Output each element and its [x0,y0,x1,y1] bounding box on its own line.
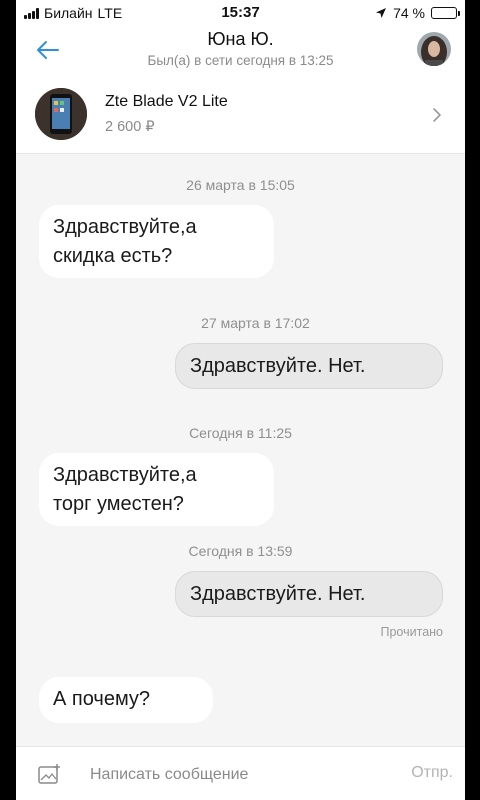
chevron-right-icon [433,108,441,122]
message-text-line: торг уместен? [53,493,184,515]
message-list[interactable]: 26 марта в 15:05 Здравствуйте,а скидка е… [16,155,465,746]
product-card[interactable]: Zte Blade V2 Lite 2 600 ₽ [16,76,465,154]
outgoing-message[interactable]: Здравствуйте. Нет. [175,343,443,389]
message-text-line: Здравствуйте. Нет. [190,355,366,377]
chat-screen: Билайн LTE 15:37 74 % Юна Ю. Был(а) в се… [16,0,465,800]
contact-name: Юна Ю. [207,29,274,49]
status-right: 74 % [375,5,460,21]
message-text-line: скидка есть? [53,245,173,267]
chat-header: Юна Ю. Был(а) в сети сегодня в 13:25 [16,26,465,76]
message-input[interactable] [90,763,390,787]
back-arrow-icon[interactable] [34,36,62,64]
send-button[interactable]: Отпр. [411,764,453,782]
product-name: Zte Blade V2 Lite [105,93,228,110]
read-status: Прочитано [380,625,444,639]
incoming-message[interactable]: Здравствуйте,а скидка есть? [39,205,274,278]
header-title-block[interactable]: Юна Ю. Был(а) в сети сегодня в 13:25 [76,28,405,70]
product-image [35,88,87,140]
product-price: 2 600 ₽ [105,119,155,135]
message-text-line: Здравствуйте. Нет. [190,583,366,605]
avatar-image [417,32,451,66]
attach-image-icon[interactable] [38,763,62,785]
message-text-line: Здравствуйте,а [53,216,197,238]
message-text-line: А почему? [53,688,151,710]
battery-percent: 74 % [393,5,425,21]
location-arrow-icon [376,8,387,18]
avatar[interactable] [417,32,451,66]
message-date: 26 марта в 15:05 [186,177,295,193]
message-date: 27 марта в 17:02 [201,315,310,331]
message-date: Сегодня в 11:25 [189,425,292,441]
incoming-message[interactable]: А почему? [39,677,213,723]
outgoing-message[interactable]: Здравствуйте. Нет. [175,571,443,617]
last-seen: Был(а) в сети сегодня в 13:25 [147,53,334,68]
message-composer: Отпр. [16,746,465,800]
incoming-message[interactable]: Здравствуйте,а торг уместен? [39,453,274,526]
message-text-line: Здравствуйте,а [53,464,197,486]
message-date: Сегодня в 13:59 [188,543,293,559]
status-bar: Билайн LTE 15:37 74 % [16,0,465,26]
battery-icon [431,7,460,19]
